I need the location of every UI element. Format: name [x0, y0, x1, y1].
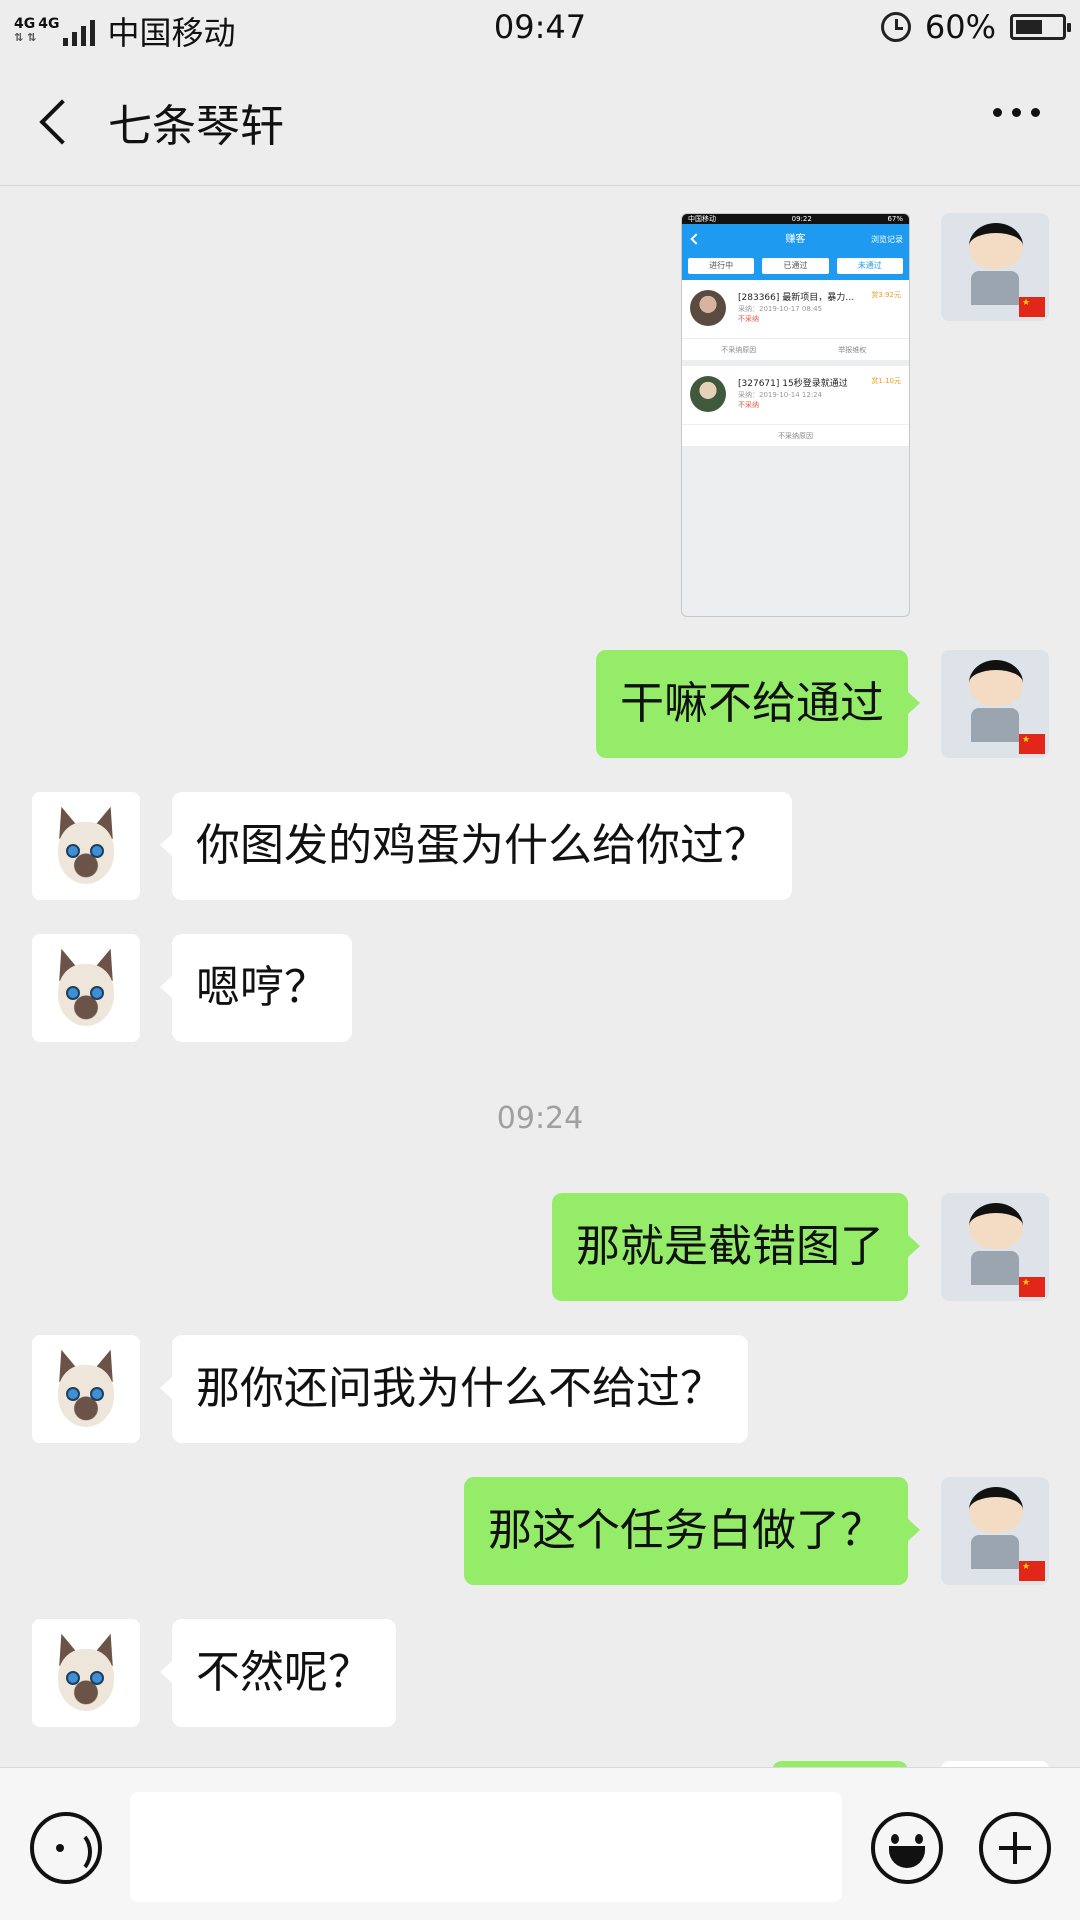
message-row-outgoing: 那就是截错图了: [0, 1193, 1080, 1303]
thumb-tab: 已通过: [762, 258, 829, 274]
my-avatar[interactable]: [941, 1477, 1049, 1585]
my-avatar[interactable]: [941, 213, 1049, 321]
thumb-back-icon: [690, 233, 702, 245]
contact-avatar[interactable]: [32, 792, 140, 900]
thumb-item-price: 赏3.92元: [871, 291, 901, 299]
thumb-card: [283366] 最新项目，暴力… 赏3.92元 采纳：2019-10-17 0…: [682, 280, 909, 360]
thumb-item-action: 不采纳原因: [778, 432, 813, 440]
back-arrow-icon[interactable]: [30, 86, 90, 156]
message-bubble[interactable]: 那就是截错图了: [552, 1193, 920, 1301]
thumb-item-price: 赏1.10元: [871, 377, 901, 385]
message-row-outgoing: 干嘛不给通过: [0, 650, 1080, 760]
chat-header: 七条琴轩: [0, 58, 1080, 186]
message-list[interactable]: 中国移动 09:22 67% 赚客 浏览记录 进行中 已通过 未通过 [2833…: [0, 187, 1080, 1767]
thumb-tabs: 进行中 已通过 未通过: [682, 256, 909, 280]
battery-icon: [1010, 14, 1071, 40]
thumb-item-status: 不采纳: [738, 401, 759, 409]
thumb-item-action: 不采纳原因: [721, 346, 757, 354]
chat-title: 七条琴轩: [108, 101, 284, 152]
message-bubble[interactable]: 你图发的鸡蛋为什么给你过？: [160, 792, 792, 900]
message-row-incoming: 嗯哼？: [0, 934, 1080, 1044]
thumb-time: 09:22: [791, 215, 812, 223]
plus-icon[interactable]: [979, 1812, 1051, 1884]
message-row-incoming: 你图发的鸡蛋为什么给你过？: [0, 792, 1080, 902]
message-timestamp: 09:24: [496, 1101, 584, 1136]
more-dots-icon[interactable]: [993, 108, 1040, 117]
thumb-status-bar: 中国移动 09:22 67%: [682, 214, 909, 224]
thumb-title: 赚客: [785, 234, 806, 245]
contact-avatar[interactable]: [32, 1619, 140, 1727]
thumb-item-status: 不采纳: [738, 315, 759, 323]
status-bar: 4G 4G ⇅ ⇅ 中国移动 09:47 60%: [0, 0, 1080, 58]
thumb-item-date: 采纳：2019-10-17 08:45: [738, 305, 823, 313]
battery-fill: [1016, 20, 1043, 34]
status-right: 60%: [880, 8, 1071, 46]
thumb-item-title: [283366] 最新项目，暴力…: [738, 293, 855, 303]
thumb-carrier: 中国移动: [688, 215, 716, 223]
emoji-icon[interactable]: [871, 1812, 943, 1884]
thumb-tab-active: 未通过: [836, 258, 903, 274]
screenshot-image[interactable]: 中国移动 09:22 67% 赚客 浏览记录 进行中 已通过 未通过 [2833…: [681, 213, 910, 617]
thumb-card: [327671] 15秒登录就通过 赏1.10元 采纳：2019-10-14 1…: [682, 366, 909, 446]
image-message: 中国移动 09:22 67% 赚客 浏览记录 进行中 已通过 未通过 [2833…: [0, 187, 1080, 627]
message-row-incoming: 不然呢？: [0, 1619, 1080, 1729]
thumb-avatar: [690, 290, 726, 326]
contact-avatar[interactable]: [32, 934, 140, 1042]
contact-avatar[interactable]: [32, 1335, 140, 1443]
message-input[interactable]: [130, 1792, 842, 1902]
voice-icon[interactable]: [30, 1812, 102, 1884]
thumb-header: 赚客 浏览记录: [682, 224, 909, 256]
thumb-avatar: [690, 376, 726, 412]
thumb-item-date: 采纳：2019-10-14 12:24: [738, 391, 823, 399]
thumb-item-title: [327671] 15秒登录就通过: [738, 379, 848, 389]
my-avatar[interactable]: [941, 650, 1049, 758]
message-bubble[interactable]: 不然呢？: [160, 1619, 396, 1727]
alarm-icon: [880, 12, 911, 42]
thumb-right-action: 浏览记录: [871, 235, 903, 244]
message-row-outgoing: 那这个任务白做了？: [0, 1477, 1080, 1587]
input-bar: [0, 1767, 1080, 1920]
message-bubble[interactable]: 嗯哼？: [160, 934, 352, 1042]
message-bubble[interactable]: 那这个任务白做了？: [464, 1477, 920, 1585]
message-row-incoming: 那你还问我为什么不给过？: [0, 1335, 1080, 1445]
message-bubble[interactable]: 干嘛不给通过: [596, 650, 920, 758]
thumb-battery: 67%: [887, 215, 903, 223]
thumb-item-action: 举报维权: [838, 346, 867, 354]
battery-percent: 60%: [924, 8, 996, 46]
message-bubble[interactable]: 那你还问我为什么不给过？: [160, 1335, 748, 1443]
thumb-tab: 进行中: [688, 258, 755, 274]
my-avatar[interactable]: [941, 1193, 1049, 1301]
